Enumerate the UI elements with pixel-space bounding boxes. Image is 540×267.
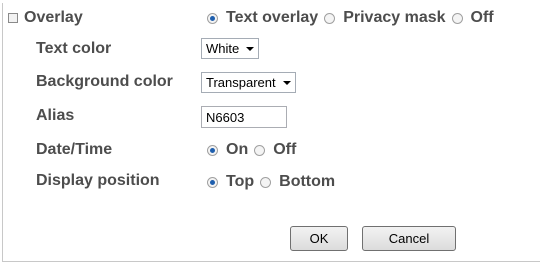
position-top-label: Top: [226, 173, 255, 190]
chevron-down-icon: [282, 80, 291, 85]
ok-button[interactable]: OK: [290, 226, 348, 251]
background-color-value: Transparent: [206, 75, 276, 90]
alias-input[interactable]: [201, 106, 287, 128]
position-top-radio[interactable]: [207, 176, 218, 188]
overlay-options: Text overlay Privacy mask Off: [207, 9, 500, 27]
datetime-label: Date/Time: [36, 141, 113, 158]
position-bottom-radio[interactable]: [260, 176, 272, 188]
chevron-down-icon: [246, 46, 255, 51]
text-color-value: White: [206, 41, 240, 56]
privacy-mask-option-label: Privacy mask: [343, 9, 446, 26]
privacy-mask-radio[interactable]: [324, 12, 336, 24]
background-color-select[interactable]: Transparent: [201, 72, 296, 93]
text-color-label: Text color: [36, 40, 112, 57]
position-bottom-label: Bottom: [279, 173, 336, 190]
text-overlay-radio[interactable]: [207, 12, 218, 24]
datetime-off-radio[interactable]: [254, 144, 266, 156]
datetime-options: On Off: [207, 141, 302, 159]
overlay-off-option-label: Off: [470, 9, 494, 26]
text-color-control: White: [201, 38, 260, 59]
background-color-label: Background color: [36, 73, 173, 90]
overlay-off-radio[interactable]: [451, 12, 463, 24]
overlay-checkbox-row[interactable]: Overlay: [8, 9, 83, 27]
display-position-options: Top Bottom: [207, 173, 341, 191]
datetime-off-label: Off: [273, 141, 297, 158]
text-overlay-option-label: Text overlay: [226, 9, 319, 26]
datetime-on-label: On: [226, 141, 249, 158]
cancel-button[interactable]: Cancel: [362, 226, 456, 251]
datetime-on-radio[interactable]: [207, 144, 218, 156]
overlay-settings-panel: Overlay Text overlay Privacy mask Off Te…: [2, 3, 540, 262]
overlay-label: Overlay: [24, 9, 83, 26]
background-color-control: Transparent: [201, 72, 296, 93]
text-color-select[interactable]: White: [201, 38, 260, 59]
display-position-label: Display position: [36, 172, 160, 189]
overlay-checkbox[interactable]: [8, 13, 18, 23]
alias-label: Alias: [36, 107, 75, 124]
